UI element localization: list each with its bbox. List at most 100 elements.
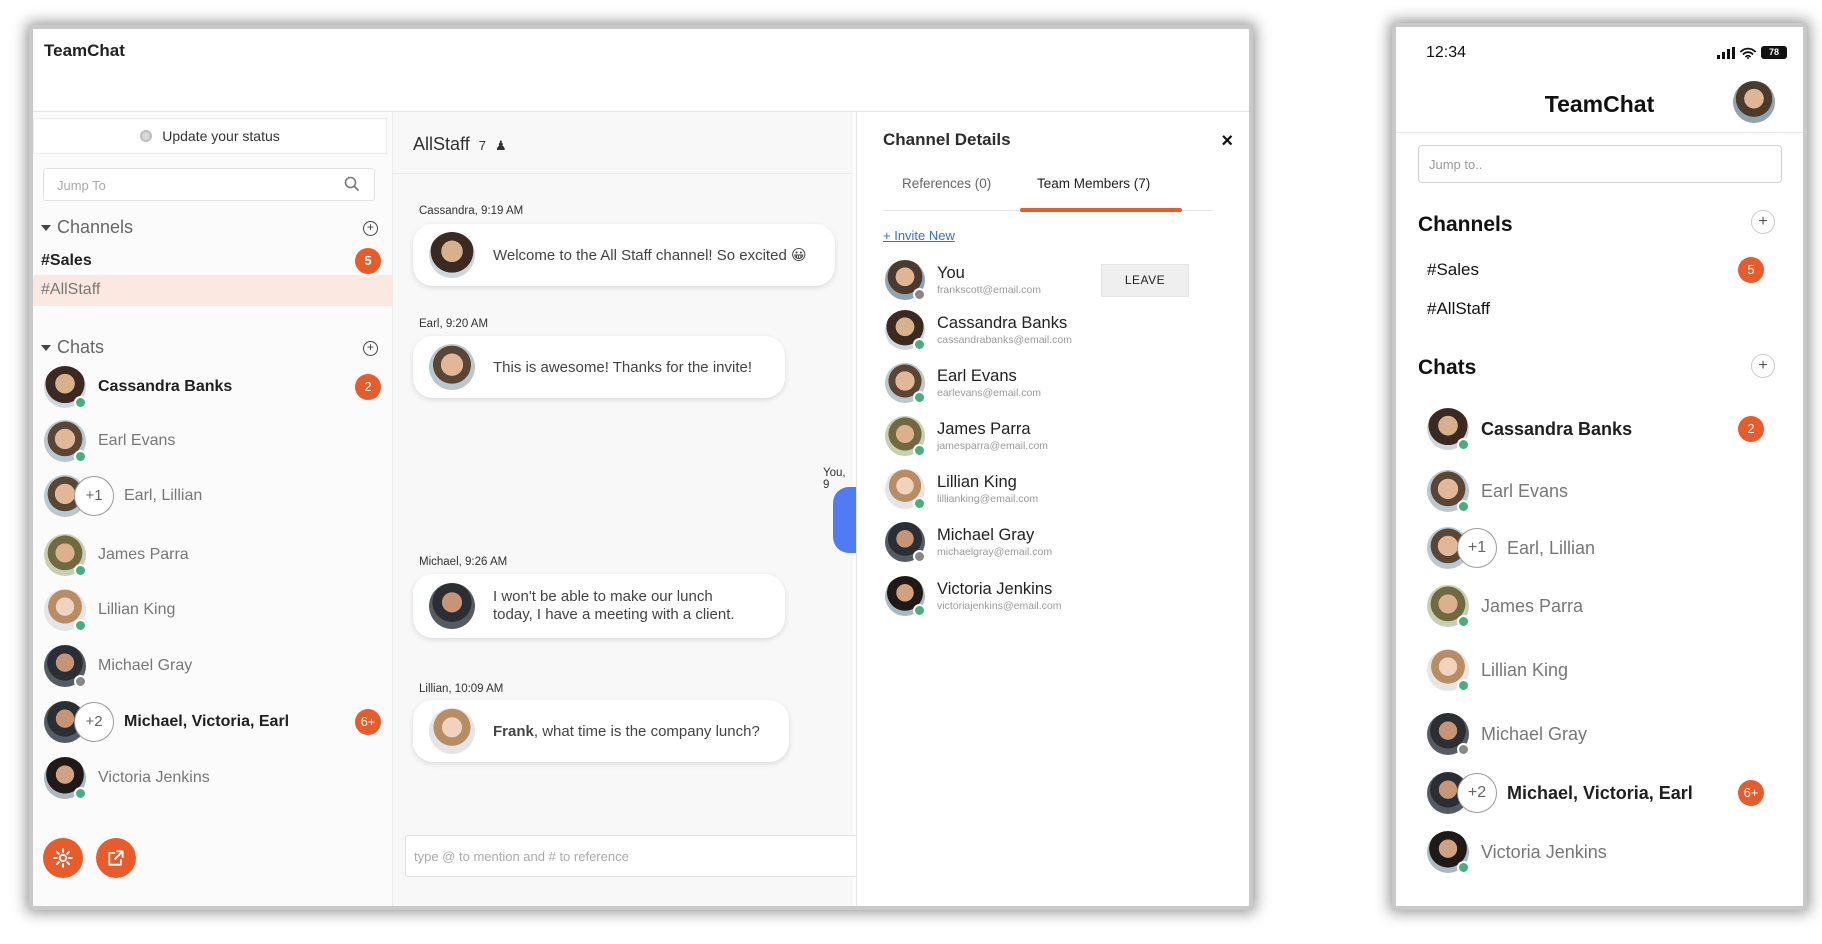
tab-team-members[interactable]: Team Members (7)	[1037, 176, 1150, 191]
open-external-button[interactable]	[96, 838, 136, 878]
tab-references[interactable]: References (0)	[902, 176, 991, 191]
chat-item-victoria-jenkins[interactable]: Victoria Jenkins	[44, 756, 384, 800]
add-channel-icon[interactable]: +	[1751, 210, 1775, 234]
chat-name: Cassandra Banks	[1481, 418, 1633, 439]
chats-toggle[interactable]: Chats	[41, 337, 104, 358]
gear-icon	[53, 848, 73, 868]
message-meta: Lillian, 10:09 AM	[419, 683, 504, 695]
channel-item-allstaff[interactable]: #AllStaff	[33, 275, 392, 306]
message-text: Welcome to the All Staff channel! So exc…	[493, 247, 807, 264]
settings-button[interactable]	[43, 838, 83, 878]
profile-avatar[interactable]	[1733, 81, 1775, 123]
chat-item-james-parra[interactable]: James Parra	[44, 533, 384, 577]
avatar	[44, 589, 87, 632]
wifi-icon	[1740, 47, 1756, 59]
chat-item-earl-evans[interactable]: Earl Evans	[44, 419, 384, 463]
external-link-icon	[108, 850, 124, 866]
avatar	[1427, 470, 1470, 513]
signal-icon	[1717, 46, 1735, 59]
avatar	[44, 420, 87, 463]
mobile-channel-allstaff[interactable]: #AllStaff	[1427, 299, 1490, 319]
chat-item-michael-victoria-earl[interactable]: +2 Michael, Victoria, Earl 6+	[44, 700, 384, 744]
add-chat-icon[interactable]: +	[1751, 354, 1775, 378]
member-row: James Parra jamesparra@email.com	[885, 411, 1215, 461]
chat-name: Earl, Lillian	[1507, 537, 1596, 558]
member-row: Michael Gray michaelgray@email.com	[885, 517, 1215, 567]
avatar	[44, 366, 87, 409]
header-divider	[1396, 132, 1803, 133]
channel-details-panel: Channel Details × References (0) Team Me…	[856, 112, 1249, 906]
chat-name: Michael Gray	[1481, 723, 1588, 744]
group-count-badge: +1	[74, 476, 114, 516]
add-channel-icon[interactable]: +	[363, 221, 378, 236]
online-indicator	[913, 497, 926, 510]
online-indicator	[1457, 438, 1470, 451]
status-label: Update your status	[162, 128, 280, 144]
mobile-chats-heading: Chats	[1418, 356, 1477, 379]
channel-item-sales[interactable]: #Sales 5	[33, 246, 392, 277]
compose-placeholder: type @ to mention and # to reference	[414, 849, 629, 864]
chat-item-cassandra-banks[interactable]: Cassandra Banks 2	[44, 365, 384, 409]
member-email: lillianking@email.com	[937, 493, 1039, 505]
channels-toggle[interactable]: Channels	[41, 217, 133, 238]
update-status-button[interactable]: Update your status	[33, 118, 387, 154]
member-name: Victoria Jenkins	[937, 580, 1053, 598]
online-indicator	[74, 450, 87, 463]
message-bubble: Welcome to the All Staff channel! So exc…	[413, 224, 835, 286]
message-input[interactable]: type @ to mention and # to reference	[405, 835, 865, 877]
message-text: I won't be able to make our lunch today,…	[493, 588, 735, 623]
invite-new-link[interactable]: + Invite New	[883, 228, 955, 243]
mobile-chat-lillian-king[interactable]: Lillian King	[1427, 648, 1767, 692]
unread-badge: 5	[355, 248, 381, 274]
avatar	[885, 576, 926, 617]
avatar	[1427, 713, 1470, 756]
chat-item-michael-gray[interactable]: Michael Gray	[44, 644, 384, 688]
add-chat-icon[interactable]: +	[363, 341, 378, 356]
chat-name: James Parra	[98, 546, 189, 563]
mobile-chat-victoria-jenkins[interactable]: Victoria Jenkins	[1427, 830, 1767, 874]
avatar	[429, 232, 475, 278]
channel-name: #Sales	[41, 252, 92, 269]
message-bubble: This is awesome! Thanks for the invite!	[413, 336, 785, 398]
battery-level: 78	[1761, 46, 1787, 59]
member-email: michaelgray@email.com	[937, 546, 1053, 558]
online-indicator	[74, 564, 87, 577]
mobile-chat-michael-gray[interactable]: Michael Gray	[1427, 712, 1767, 756]
avatar	[429, 708, 475, 754]
mobile-chat-earl-lillian[interactable]: +1 Earl, Lillian	[1427, 526, 1767, 570]
chat-name: Lillian King	[1481, 659, 1569, 680]
member-email: frankscott@email.com	[937, 284, 1042, 296]
chat-name: Victoria Jenkins	[98, 769, 210, 786]
member-name: You	[937, 264, 965, 282]
jump-placeholder: Jump to..	[1429, 157, 1483, 172]
message-body: , what time is the company lunch?	[533, 722, 760, 740]
message-text: Frank, what time is the company lunch?	[493, 723, 760, 740]
unread-badge: 2	[355, 374, 381, 400]
people-icon: ♟	[494, 138, 507, 153]
avatar	[1427, 585, 1470, 628]
mobile-chat-earl-evans[interactable]: Earl Evans	[1427, 469, 1767, 513]
search-icon	[344, 176, 360, 192]
online-indicator	[74, 396, 87, 409]
offline-indicator	[913, 550, 926, 563]
mobile-chat-james-parra[interactable]: James Parra	[1427, 584, 1767, 628]
member-row: Cassandra Banks cassandrabanks@email.com	[885, 305, 1215, 355]
chat-name: Victoria Jenkins	[1481, 841, 1607, 862]
mobile-chat-michael-victoria-earl[interactable]: +2 Michael, Victoria, Earl 6+	[1427, 771, 1767, 815]
leave-button[interactable]: LEAVE	[1101, 264, 1189, 297]
avatar	[1427, 408, 1470, 451]
mobile-channel-sales[interactable]: #Sales	[1427, 260, 1479, 280]
chat-item-earl-lillian[interactable]: +1 Earl, Lillian	[44, 474, 384, 518]
chat-item-lillian-king[interactable]: Lillian King	[44, 588, 384, 632]
jump-to-input[interactable]: Jump To	[43, 168, 375, 201]
conversation-pane: AllStaff 7 ♟ Cassandra, 9:19 AM Welcome …	[393, 112, 893, 906]
mobile-jump-input[interactable]: Jump to..	[1418, 145, 1782, 183]
mention[interactable]: Frank	[493, 723, 534, 740]
member-email: cassandrabanks@email.com	[937, 334, 1072, 346]
member-name: Lillian King	[937, 473, 1017, 491]
chat-name: Michael Gray	[98, 657, 193, 674]
chat-name: Cassandra Banks	[98, 378, 233, 395]
close-icon[interactable]: ×	[1221, 130, 1233, 153]
mobile-chat-cassandra-banks[interactable]: Cassandra Banks 2	[1427, 407, 1767, 451]
unread-badge: 2	[1738, 416, 1764, 442]
